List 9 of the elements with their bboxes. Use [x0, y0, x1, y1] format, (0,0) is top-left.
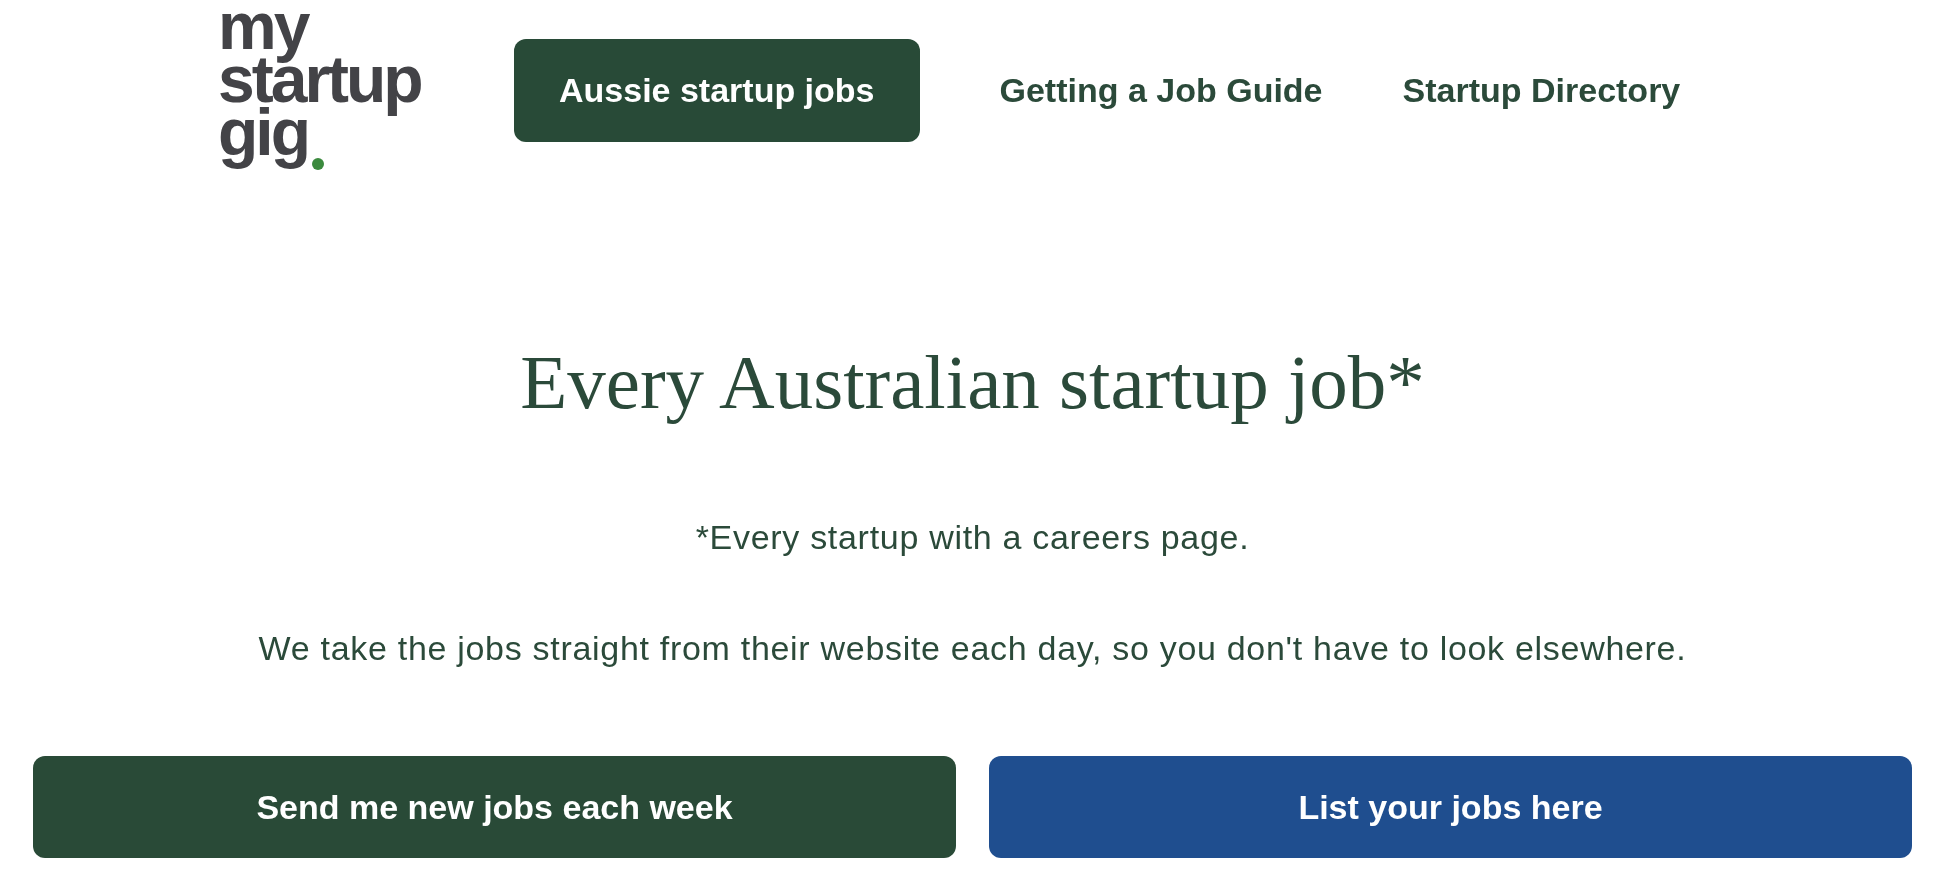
- dot-icon: [311, 158, 324, 170]
- action-button[interactable]: Send me new jobs each week: [33, 756, 956, 858]
- nav-link[interactable]: Getting a Job Guide: [999, 39, 1323, 142]
- nav-link[interactable]: Aussie startup jobs: [514, 39, 920, 142]
- page-heading: Every Australian startup job*: [519, 338, 1426, 427]
- description-text: We take the jobs straight from their website each day, so you don't have to look elsewhere.: [257, 628, 1688, 668]
- footnote-text: *Every startup with a careers page.: [694, 517, 1251, 557]
- action-button[interactable]: List your jobs here: [989, 756, 1912, 858]
- nav-link[interactable]: Startup Directory: [1402, 39, 1681, 142]
